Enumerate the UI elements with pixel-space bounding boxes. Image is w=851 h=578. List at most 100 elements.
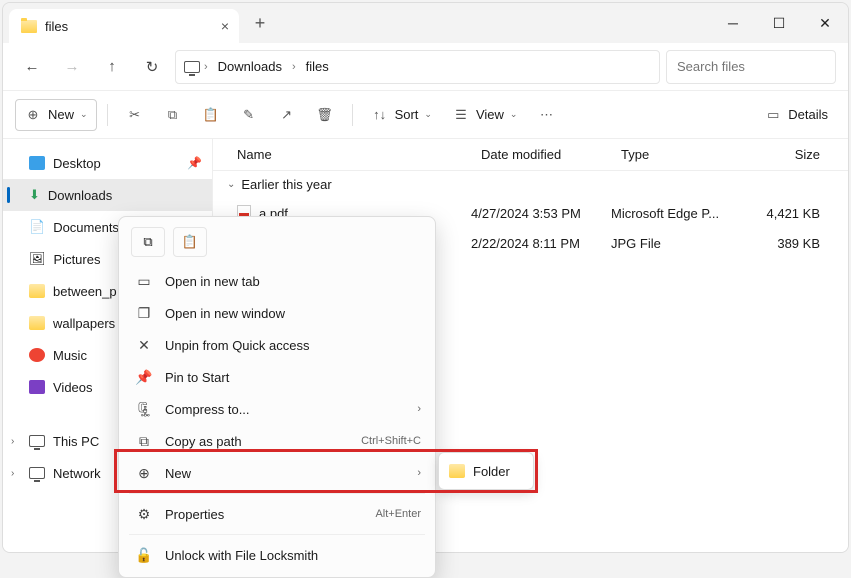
details-button[interactable]: ▭ Details: [756, 99, 836, 131]
refresh-button[interactable]: ↻: [135, 50, 169, 84]
ctx-label: Copy as path: [165, 434, 242, 449]
group-label: Earlier this year: [241, 177, 331, 192]
more-icon: ⋯: [537, 106, 555, 124]
chevron-right-icon[interactable]: ›: [11, 436, 14, 447]
col-name[interactable]: Name: [213, 147, 471, 162]
view-button[interactable]: ☰ View ⌄: [444, 99, 526, 131]
sidebar-item-downloads[interactable]: ⬇Downloads: [3, 179, 212, 211]
col-size[interactable]: Size: [741, 147, 848, 162]
ctx-label: Unpin from Quick access: [165, 338, 310, 353]
group-header[interactable]: ⌄ Earlier this year: [213, 171, 848, 198]
folder-icon: [29, 284, 45, 298]
ctx-compress[interactable]: 🗜Compress to...›: [119, 393, 435, 425]
new-tab-button[interactable]: +: [243, 13, 277, 34]
ctx-copy-as-path[interactable]: ⧉Copy as pathCtrl+Shift+C: [119, 425, 435, 457]
chevron-right-icon: ›: [204, 61, 208, 73]
desktop-icon: [29, 156, 45, 170]
breadcrumb[interactable]: › Downloads › files: [175, 50, 660, 84]
sidebar-label: This PC: [53, 434, 99, 449]
unpin-icon: ✕: [135, 337, 153, 354]
window-icon: ❐: [135, 305, 153, 322]
more-button[interactable]: ⋯: [529, 99, 563, 131]
paste-icon: 📋: [182, 234, 198, 250]
ctx-open-new-window[interactable]: ❐ Open in new window: [119, 297, 435, 329]
details-label: Details: [788, 107, 828, 122]
paste-button[interactable]: 📋: [194, 99, 228, 131]
ctx-unlock-locksmith[interactable]: 🔓 Unlock with File Locksmith: [119, 539, 435, 571]
rename-icon: ✎: [240, 106, 258, 124]
chevron-right-icon[interactable]: ›: [11, 468, 14, 479]
chevron-right-icon: ›: [417, 403, 421, 415]
shortcut: Alt+Enter: [375, 508, 421, 520]
chevron-down-icon: ⌄: [424, 109, 432, 120]
address-bar: ← → ↑ ↻ › Downloads › files 🔍: [3, 43, 848, 91]
back-button[interactable]: ←: [15, 50, 49, 84]
sidebar-item-desktop[interactable]: Desktop 📌: [3, 147, 212, 179]
file-date: 4/27/2024 3:53 PM: [471, 206, 611, 221]
ctx-properties[interactable]: ⚙ Properties Alt+Enter: [119, 498, 435, 530]
close-button[interactable]: ✕: [802, 3, 848, 43]
properties-icon: ⚙: [135, 506, 153, 523]
tab-files[interactable]: files ×: [9, 9, 239, 43]
ctx-label: Unlock with File Locksmith: [165, 548, 318, 563]
ctx-label: Properties: [165, 507, 224, 522]
context-menu: ⧉ 📋 ▭Open in new tab ❐ Open in new window…: [118, 216, 436, 578]
search-input[interactable]: [677, 59, 849, 74]
breadcrumb-files[interactable]: files: [300, 57, 335, 76]
submenu-label: Folder: [473, 464, 510, 479]
sidebar-label: Downloads: [48, 188, 112, 203]
sidebar-label: Pictures: [54, 252, 101, 267]
ctx-label: Open in new tab: [165, 274, 260, 289]
sidebar-label: between_p: [53, 284, 117, 299]
ctx-new[interactable]: ⊕New›: [119, 457, 435, 489]
pictures-icon: 🖼: [29, 251, 46, 267]
ctx-open-new-tab[interactable]: ▭Open in new tab: [119, 265, 435, 297]
delete-button[interactable]: 🗑: [308, 99, 342, 131]
trash-icon: 🗑: [316, 106, 334, 124]
file-size: 389 KB: [741, 236, 848, 251]
plus-circle-icon: ⊕: [135, 465, 153, 482]
ctx-pin-to-start[interactable]: 📌Pin to Start: [119, 361, 435, 393]
ctx-copy-button[interactable]: ⧉: [131, 227, 165, 257]
ctx-label: Compress to...: [165, 402, 250, 417]
ctx-unpin-quick-access[interactable]: ✕ Unpin from Quick access: [119, 329, 435, 361]
copy-button[interactable]: ⧉: [156, 99, 190, 131]
folder-icon: [449, 464, 465, 478]
minimize-button[interactable]: ─: [710, 3, 756, 43]
new-button[interactable]: ⊕ New ⌄: [15, 99, 97, 131]
titlebar: files × + ─ ☐ ✕: [3, 3, 848, 43]
breadcrumb-downloads[interactable]: Downloads: [212, 57, 288, 76]
sidebar-label: Desktop: [53, 156, 101, 171]
plus-circle-icon: ⊕: [24, 106, 42, 124]
cut-button[interactable]: ✂: [118, 99, 152, 131]
col-date[interactable]: Date modified: [471, 147, 611, 162]
network-icon: [29, 467, 45, 479]
search-box[interactable]: 🔍: [666, 50, 836, 84]
submenu-folder[interactable]: Folder: [438, 452, 534, 490]
copy-icon: ⧉: [164, 106, 182, 124]
copy-icon: ⧉: [143, 234, 152, 250]
sidebar-label: Music: [53, 348, 87, 363]
divider: [107, 104, 108, 126]
sidebar-label: Network: [53, 466, 101, 481]
close-tab-icon[interactable]: ×: [221, 18, 229, 34]
ctx-label: Open in new window: [165, 306, 285, 321]
pin-icon: 📌: [135, 369, 153, 386]
maximize-button[interactable]: ☐: [756, 3, 802, 43]
ctx-paste-button[interactable]: 📋: [173, 227, 207, 257]
chevron-down-icon: ⌄: [227, 179, 235, 190]
up-button[interactable]: ↑: [95, 50, 129, 84]
forward-button[interactable]: →: [55, 50, 89, 84]
pc-icon: [184, 61, 200, 73]
rename-button[interactable]: ✎: [232, 99, 266, 131]
lock-icon: 🔓: [135, 547, 153, 564]
view-label: View: [476, 107, 504, 122]
col-type[interactable]: Type: [611, 147, 741, 162]
file-type: Microsoft Edge P...: [611, 206, 741, 221]
chevron-down-icon: ⌄: [80, 109, 88, 120]
chevron-right-icon: ›: [417, 467, 421, 479]
folder-icon: [21, 20, 37, 33]
share-button[interactable]: ↗: [270, 99, 304, 131]
pin-icon: 📌: [187, 156, 202, 170]
sort-button[interactable]: ↑↓ Sort ⌄: [363, 99, 440, 131]
